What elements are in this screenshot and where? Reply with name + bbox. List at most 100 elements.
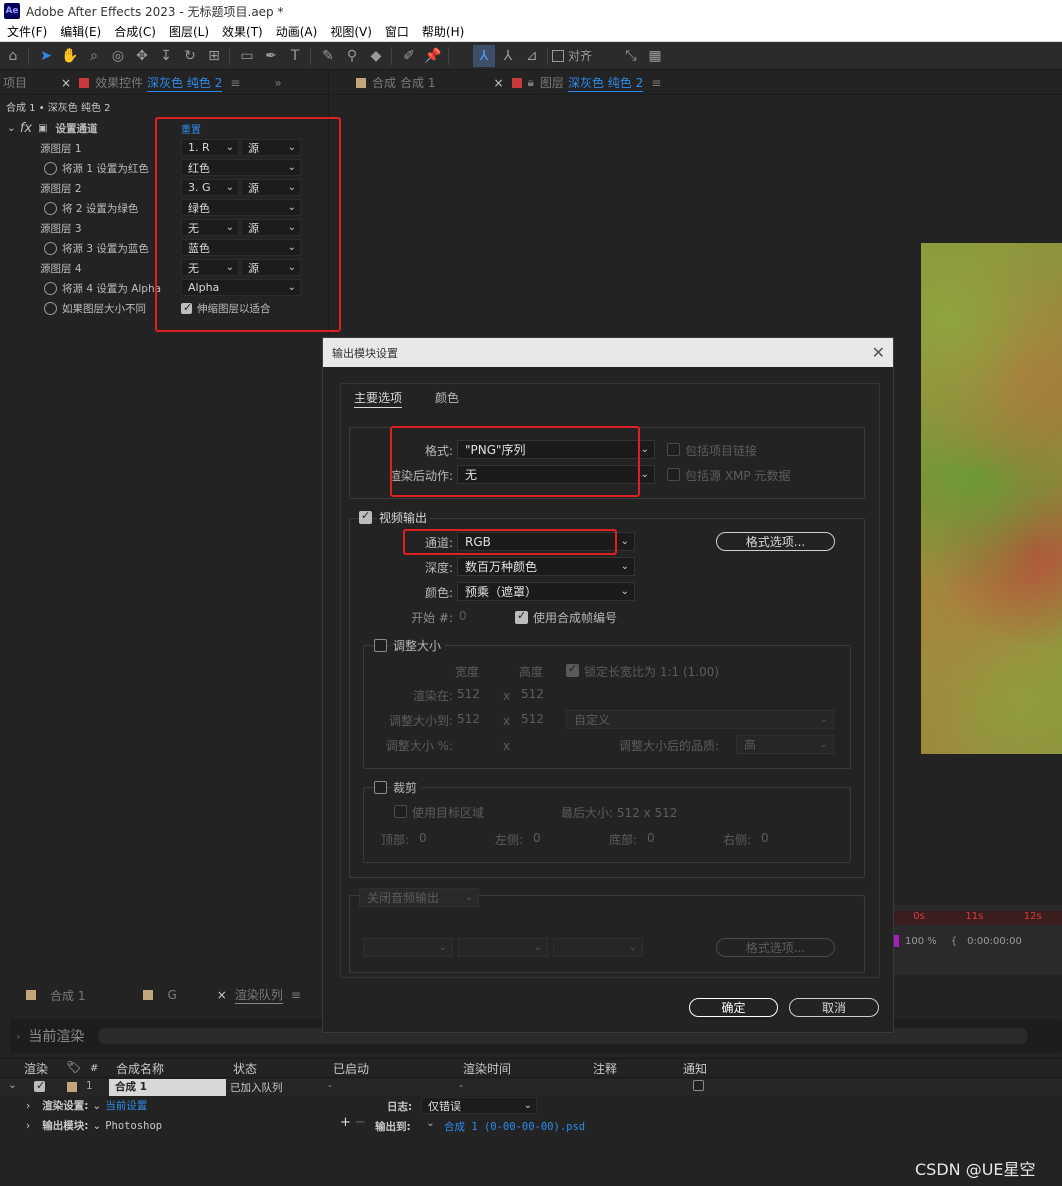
brush-tool-icon[interactable]: ✎ [317,45,339,67]
output-module-link[interactable]: Photoshop [105,1120,162,1132]
puppet-pin-icon[interactable]: 📌 [422,45,444,67]
expand-chevron-icon[interactable]: › [16,1030,20,1043]
pen-tool-icon[interactable]: ✒ [260,45,282,67]
depth-select[interactable]: 数百万种颜色 ⌄ [457,557,635,576]
tab-main-options[interactable]: 主要选项 [354,389,403,408]
video-output-checkbox[interactable] [359,509,372,524]
world-axis-icon[interactable]: ⅄ [497,45,519,67]
tab-layer-name[interactable]: 深灰色 纯色 2 [567,74,644,92]
add-output-icon[interactable]: + [340,1115,351,1130]
zoom-tool-icon[interactable]: ⌕ [83,45,105,67]
panel-menu-icon[interactable]: ≡ [291,988,301,1002]
lock-aspect-checkbox[interactable] [566,662,579,677]
eraser-tool-icon[interactable]: ◆ [365,45,387,67]
lock-icon[interactable]: 🔒︎ [528,75,534,90]
tab-g[interactable]: G [167,988,176,1002]
include-project-link-checkbox[interactable] [667,443,680,456]
current-timecode[interactable]: 0:00:00:00 [967,936,1022,947]
crop-bottom-field[interactable]: 0 [647,831,655,845]
notify-checkbox[interactable] [693,1080,704,1091]
col-render[interactable]: 渲染 [24,1060,48,1077]
rotate-tool-icon[interactable]: ↻ [179,45,201,67]
audio-channels-select[interactable]: ⌄ [553,938,643,957]
col-comp-name[interactable]: 合成名称 [116,1060,164,1077]
chevron-down-icon[interactable]: ⌄ [92,1100,101,1112]
view-axis-icon[interactable]: ⊿ [521,45,543,67]
chevron-down-icon[interactable]: ⌄ [426,1117,435,1129]
format-options-button[interactable]: 格式选项... [716,532,835,551]
tab-render-queue[interactable]: 渲染队列 [234,986,283,1004]
tab-effect-controls-prefix[interactable]: 效果控件 [95,74,143,91]
tab-composition-name[interactable]: 合成 1 [400,74,435,91]
rectangle-tool-icon[interactable]: ▭ [236,45,258,67]
queue-row[interactable]: ⌄ 1 合成 1 已加入队列 - - [0,1079,1062,1096]
close-icon[interactable]: ✕ [872,343,885,362]
start-frame-field[interactable]: 0 [459,609,467,623]
anchor-tool-icon[interactable]: ⊞ [203,45,225,67]
label-tag-icon[interactable]: 🏷︎ [66,1060,81,1074]
stopwatch-icon[interactable] [44,281,57,295]
menu-animation[interactable]: 动画(A) [269,23,324,40]
time-ruler[interactable]: 0s 11s 12s [893,911,1062,925]
audio-depth-select[interactable]: ⌄ [458,938,548,957]
stopwatch-icon[interactable] [44,301,57,315]
remove-output-icon[interactable]: − [355,1115,366,1130]
tab-layer-prefix[interactable]: 图层 [540,74,564,91]
menu-effect[interactable]: 效果(T) [215,23,269,40]
audio-rate-select[interactable]: ⌄ [363,938,453,957]
snap-edges-icon[interactable]: ▦ [644,45,666,67]
log-select[interactable]: 仅错误 ⌄ [421,1097,537,1114]
col-comment[interactable]: 注释 [593,1060,617,1077]
crop-left-field[interactable]: 0 [533,831,541,845]
crop-right-field[interactable]: 0 [761,831,769,845]
menu-window[interactable]: 窗口 [378,23,415,40]
stopwatch-icon[interactable] [44,241,57,255]
snap-toggle[interactable]: 对齐 [552,47,592,64]
dolly-camera-icon[interactable]: ↧ [155,45,177,67]
orbit-camera-icon[interactable]: ◎ [107,45,129,67]
tab-composition-prefix[interactable]: 合成 [372,74,396,91]
tab-effect-controls-layer[interactable]: 深灰色 纯色 2 [147,74,223,92]
resize-height-field[interactable]: 512 [521,712,544,726]
clone-stamp-icon[interactable]: ⚲ [341,45,363,67]
expand-chevron-icon[interactable]: › [26,1120,30,1132]
crop-top-field[interactable]: 0 [419,831,427,845]
col-started[interactable]: 已启动 [333,1060,369,1077]
tab-color[interactable]: 颜色 [435,389,459,406]
type-tool-icon[interactable]: T [284,45,306,67]
col-number[interactable]: # [90,1063,98,1074]
menu-file[interactable]: 文件(F) [0,23,53,40]
home-icon[interactable]: ⌂ [2,45,24,67]
menu-help[interactable]: 帮助(H) [415,23,470,40]
snap-option-icon[interactable]: ⤡ [620,45,642,67]
crop-checkbox[interactable] [374,781,387,794]
resize-width-field[interactable]: 512 [457,712,480,726]
panel-menu-icon[interactable]: ≡ [230,76,240,90]
hand-tool-icon[interactable]: ✋ [59,45,81,67]
close-tab-icon[interactable]: × [217,988,227,1002]
resize-preset-select[interactable]: 自定义 ⌄ [566,710,834,729]
roto-brush-icon[interactable]: ✐ [398,45,420,67]
use-comp-frame-checkbox[interactable] [515,609,528,624]
close-tab-icon[interactable]: × [493,76,503,90]
color-select[interactable]: 预乘（遮罩） ⌄ [457,582,635,601]
row-expand-icon[interactable]: ⌄ [8,1079,17,1091]
audio-output-select[interactable]: 关闭音频输出 ⌄ [359,888,479,907]
local-axis-icon[interactable]: ⅄ [473,44,495,67]
stopwatch-icon[interactable] [44,201,57,215]
col-notify[interactable]: 通知 [683,1060,707,1077]
snap-checkbox[interactable] [552,49,564,62]
snapshot-icon[interactable]: { [951,936,957,947]
menu-view[interactable]: 视图(V) [323,23,378,40]
include-xmp-checkbox[interactable] [667,468,680,481]
resize-quality-select[interactable]: 高 ⌄ [736,735,834,754]
col-status[interactable]: 状态 [233,1060,257,1077]
col-render-time[interactable]: 渲染时间 [463,1060,511,1077]
panel-menu-icon[interactable]: ≡ [651,76,661,90]
collapse-chevron-icon[interactable]: ⌄ [7,122,16,134]
audio-format-options-button[interactable]: 格式选项... [716,938,835,957]
menu-layer[interactable]: 图层(L) [162,23,215,40]
chevron-down-icon[interactable]: ⌄ [92,1120,101,1132]
render-checkbox[interactable] [34,1079,45,1092]
zoom-level[interactable]: 100 % [905,936,937,947]
